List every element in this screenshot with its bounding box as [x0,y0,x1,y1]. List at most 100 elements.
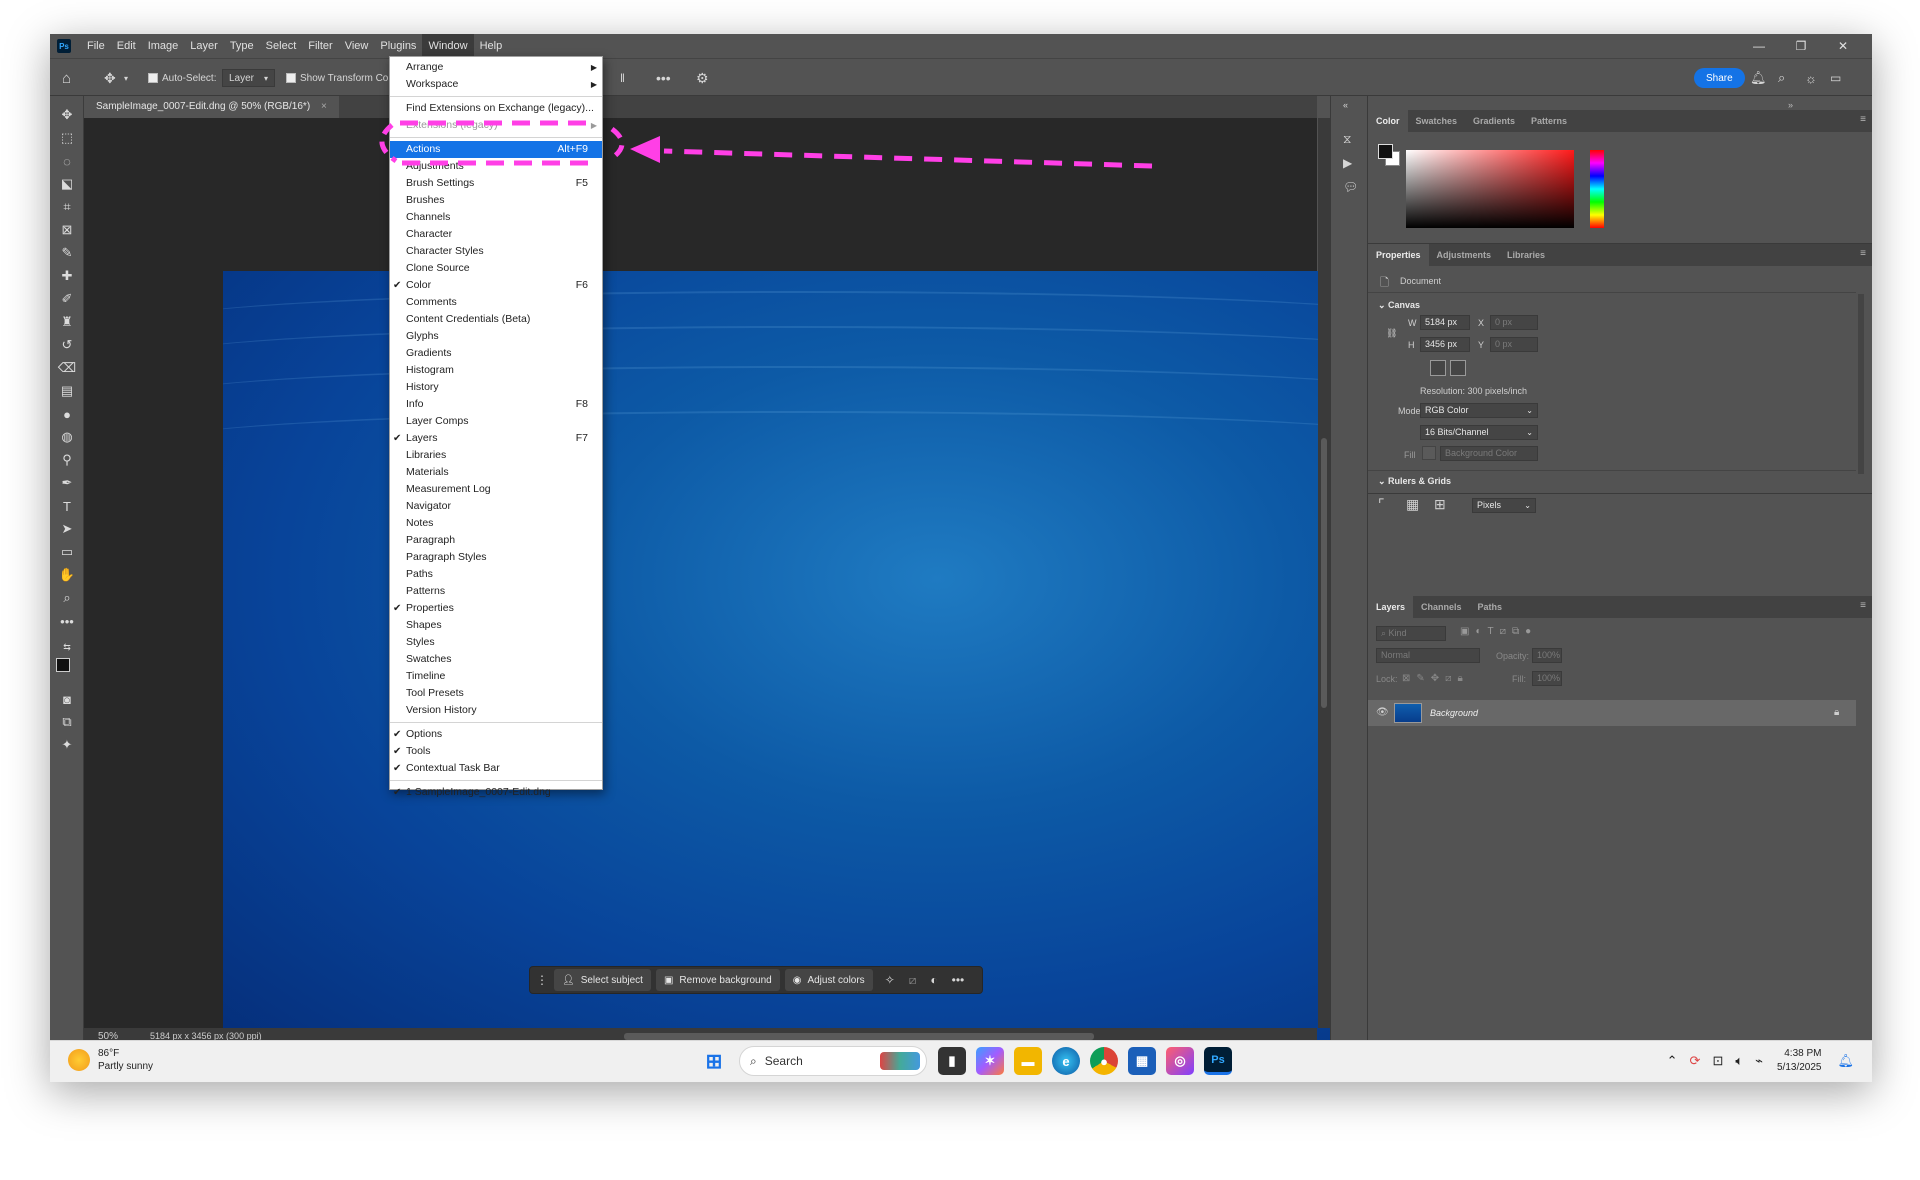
foreground-color-swatch[interactable] [56,658,70,672]
menu-image[interactable]: Image [142,34,185,58]
fill-field[interactable]: 100% [1532,671,1562,686]
volume-icon[interactable]: 🔈︎ [1735,1053,1743,1069]
window-menu-item-gradients[interactable]: Gradients [390,345,602,362]
window-menu-item-info[interactable]: Info F8 [390,396,602,413]
window-menu-item-character-styles[interactable]: Character Styles [390,243,602,260]
workspace-icon[interactable]: ▭ [1830,59,1841,97]
window-menu-item-brush-settings[interactable]: Brush Settings F5 [390,175,602,192]
window-menu-item-libraries[interactable]: Libraries [390,447,602,464]
windows-start-icon[interactable]: ⊞ [700,1047,728,1075]
window-menu-item-patterns[interactable]: Patterns [390,583,602,600]
fill-select[interactable]: Background Color [1440,446,1538,461]
scroll-thumb[interactable] [1321,438,1327,708]
notification-bell-icon[interactable]: 🔔︎ [1837,1053,1854,1069]
foreground-color-swatch[interactable] [1378,144,1393,159]
weather-widget[interactable]: 86°F Partly sunny [68,1047,153,1073]
window-menu-item-layers[interactable]: ✔ Layers F7 [390,430,602,447]
clock[interactable]: 4:38 PM 5/13/2025 [1777,1047,1822,1075]
collapse-icon[interactable]: « [1343,100,1348,110]
tab-libraries[interactable]: Libraries [1499,244,1553,266]
canvas-section-header[interactable]: ⌄ Canvas [1378,300,1420,311]
window-menu-item-glyphs[interactable]: Glyphs [390,328,602,345]
discover-icon[interactable]: ☼ [1805,59,1817,97]
hand-tool-icon[interactable]: ✋ [50,564,84,586]
window-menu-item-navigator[interactable]: Navigator [390,498,602,515]
clone-stamp-tool-icon[interactable]: ♜ [50,311,84,333]
window-menu-item-extensions-legacy[interactable]: Extensions (legacy) ▶ [390,117,602,134]
window-menu-item-measurement-log[interactable]: Measurement Log [390,481,602,498]
window-menu-item-paragraph-styles[interactable]: Paragraph Styles [390,549,602,566]
canvas-area[interactable] [84,118,1375,1040]
window-menu-item-swatches[interactable]: Swatches [390,651,602,668]
auto-select-target-select[interactable]: Layer ▾ [222,69,276,87]
window-menu-item-histogram[interactable]: Histogram [390,362,602,379]
dodge-tool-icon[interactable]: ◍ [50,426,84,448]
object-selection-tool-icon[interactable]: ⬕ [50,173,84,195]
window-menu-item-contextual-task-bar[interactable]: ✔ Contextual Task Bar [390,760,602,777]
window-menu-item-actions[interactable]: Actions Alt+F9 [390,141,602,158]
brush-tool-icon[interactable]: ✐ [50,288,84,310]
menu-file[interactable]: File [81,34,111,58]
opacity-field[interactable]: 100% [1532,648,1562,663]
window-menu-item-history[interactable]: History [390,379,602,396]
document-tab[interactable]: SampleImage_0007-Edit.dng @ 50% (RGB/16*… [84,96,339,118]
battery-icon[interactable]: ⌁ [1755,1053,1763,1069]
search-icon[interactable]: ⌕ [1778,59,1785,97]
distribute-icon[interactable]: ‖ [620,59,625,97]
share-button[interactable]: Share [1694,68,1745,88]
window-menu-item-adjustments[interactable]: Adjustments [390,158,602,175]
task-view-icon[interactable]: ▮ [938,1047,966,1075]
sync-icon[interactable]: ⟳ [1690,1053,1701,1069]
y-field[interactable]: 0 px [1490,337,1538,352]
pen-tool-icon[interactable]: ✒ [50,472,84,494]
window-menu-item-arrange[interactable]: Arrange ▶ [390,59,602,76]
auto-select-checkbox[interactable]: Auto-Select: [148,59,216,97]
copilot-icon[interactable]: ✶ [976,1047,1004,1075]
window-menu-item-version-history[interactable]: Version History [390,702,602,719]
lock-icons[interactable]: ⊠✎✥⧄🔒︎ [1402,673,1469,684]
chrome-browser-icon[interactable]: ● [1090,1047,1118,1075]
move-tool-icon[interactable]: ✥ [50,104,84,126]
window-menu-item-content-credentials-beta[interactable]: Content Credentials (Beta) [390,311,602,328]
color-picker-field[interactable] [1406,150,1574,228]
menu-help[interactable]: Help [474,34,509,58]
select-subject-button[interactable]: 👤︎ Select subject [554,969,651,991]
menu-window[interactable]: Window [422,34,474,58]
menu-edit[interactable]: Edit [111,34,142,58]
layer-filter-icons[interactable]: ▣◐T⧄⧉● [1460,626,1537,637]
landscape-orientation-icon[interactable] [1450,360,1466,376]
rectangle-tool-icon[interactable]: ▭ [50,541,84,563]
generative-icon[interactable]: ✦ [50,734,84,756]
comments-panel-icon[interactable]: 💬︎ [1343,180,1358,194]
type-tool-icon[interactable]: T [50,495,84,517]
marquee-tool-icon[interactable]: ⬚ [50,127,84,149]
menu-filter[interactable]: Filter [302,34,338,58]
grid-icon[interactable]: ▦ [1406,496,1419,513]
minimize-icon[interactable]: — [1738,34,1780,58]
lock-icon[interactable]: 🔒︎ [1834,707,1839,718]
layer-kind-filter[interactable]: ⌕ Kind [1376,626,1446,641]
units-select[interactable]: Pixels ⌄ [1472,498,1536,513]
vertical-scrollbar[interactable] [1318,118,1330,1028]
frame-tool-icon[interactable]: ⊠ [50,219,84,241]
window-menu-item-comments[interactable]: Comments [390,294,602,311]
history-panel-icon[interactable]: ⧖ [1343,132,1351,147]
layer-row[interactable]: 👁︎ Background 🔒︎ [1368,700,1856,726]
width-field[interactable]: 5184 px [1420,315,1470,330]
lasso-tool-icon[interactable]: ◌ [50,150,84,172]
move-tool-icon[interactable]: ✥ [104,59,116,97]
tab-gradients[interactable]: Gradients [1465,110,1523,132]
layer-name[interactable]: Background [1430,708,1478,718]
window-menu-item-color[interactable]: ✔ Color F6 [390,277,602,294]
ruler-icon[interactable]: ⌜ [1378,496,1385,513]
window-menu-item-layer-comps[interactable]: Layer Comps [390,413,602,430]
close-icon[interactable]: × [321,101,327,112]
window-menu-item-1-sampleimage-0007-edit-dng[interactable]: ✔ 1 SampleImage_0007-Edit.dng [390,784,602,801]
sparkle-icon[interactable]: ✧ [885,973,895,987]
height-field[interactable]: 3456 px [1420,337,1470,352]
zoom-variant-icon[interactable]: ⚲ [50,449,84,471]
window-menu-item-styles[interactable]: Styles [390,634,602,651]
mode-select[interactable]: RGB Color ⌄ [1420,403,1538,418]
transform-icon[interactable]: ⧄ [909,973,917,988]
menu-layer[interactable]: Layer [184,34,224,58]
